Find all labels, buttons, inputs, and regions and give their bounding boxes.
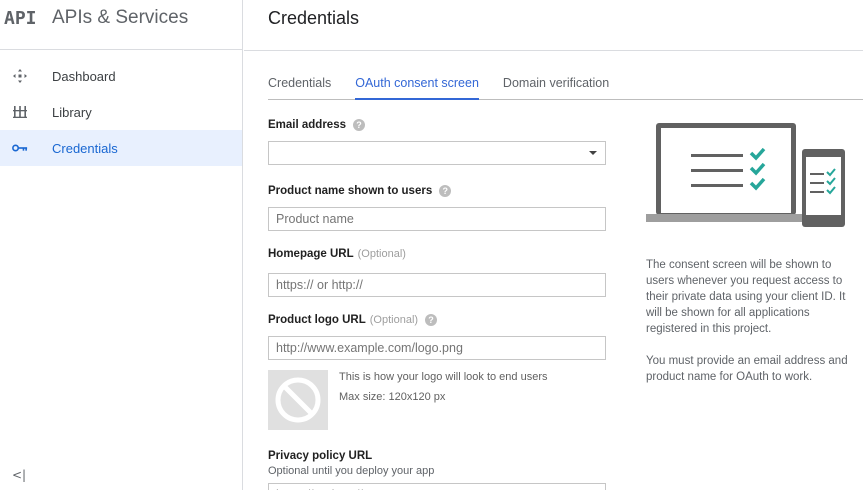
privacy-policy-input[interactable] (268, 483, 606, 490)
sidebar-item-library[interactable]: Library (0, 94, 242, 130)
email-label: Email address ? (268, 119, 608, 131)
info-text-2: You must provide an email address and pr… (646, 355, 848, 383)
collapse-sidebar-icon[interactable]: <| (12, 468, 26, 482)
page-header: Credentials (244, 0, 863, 51)
logo-preview-text: This is how your logo will look to end u… (339, 367, 547, 430)
dropdown-arrow-icon (589, 151, 597, 155)
library-icon (12, 104, 28, 120)
help-icon[interactable]: ? (425, 314, 438, 326)
product-name-label-text: Product name shown to users (268, 185, 433, 197)
privacy-label: Privacy policy URL (268, 450, 608, 462)
logo-url-label-text: Product logo URL (268, 314, 366, 326)
privacy-label-text: Privacy policy URL (268, 450, 373, 462)
logo-url-label: Product logo URL (Optional) ? (268, 314, 608, 326)
consent-form: Email address ? Product name shown to us… (268, 119, 608, 490)
logo-preview-line2: Max size: 120x120 px (339, 391, 446, 403)
sidebar-item-label: Library (52, 104, 92, 120)
sidebar-item-credentials[interactable]: Credentials (0, 130, 242, 166)
sidebar-title[interactable]: APIs & Services (52, 7, 188, 29)
help-icon[interactable]: ? (439, 185, 452, 197)
api-logo[interactable]: API (4, 8, 37, 29)
tab-bar: Credentials OAuth consent screen Domain … (268, 66, 863, 100)
page-title: Credentials (268, 8, 360, 28)
consent-illustration (646, 122, 846, 227)
logo-preview: This is how your logo will look to end u… (268, 370, 608, 430)
no-logo-icon (268, 370, 328, 430)
sidebar-header: API APIs & Services (0, 0, 242, 50)
sidebar-item-label: Credentials (52, 140, 118, 156)
homepage-input[interactable] (268, 273, 606, 297)
tab-oauth-consent-screen[interactable]: OAuth consent screen (355, 66, 479, 100)
privacy-sub-label: Optional until you deploy your app (268, 465, 435, 477)
optional-tag: (Optional) (369, 314, 419, 326)
sidebar: API APIs & Services Dashboard Library Cr… (0, 0, 243, 490)
sidebar-item-dashboard[interactable]: Dashboard (0, 58, 242, 94)
key-icon (12, 140, 28, 156)
main-content: Credentials Credentials OAuth consent sc… (244, 0, 863, 490)
tab-domain-verification[interactable]: Domain verification (503, 66, 609, 100)
product-name-input[interactable] (268, 207, 606, 231)
email-label-text: Email address (268, 119, 346, 131)
help-icon[interactable]: ? (352, 119, 365, 131)
sidebar-nav: Dashboard Library Credentials (0, 50, 242, 166)
email-select[interactable] (268, 141, 606, 165)
info-panel: The consent screen will be shown to user… (646, 122, 856, 385)
homepage-label-text: Homepage URL (268, 248, 354, 260)
logo-preview-line1: This is how your logo will look to end u… (339, 371, 548, 383)
sidebar-item-label: Dashboard (52, 68, 116, 84)
logo-url-input[interactable] (268, 336, 606, 360)
dashboard-icon (12, 68, 28, 84)
product-name-label: Product name shown to users ? (268, 185, 608, 197)
homepage-label: Homepage URL (Optional) (268, 248, 608, 260)
info-text-1: The consent screen will be shown to user… (646, 259, 846, 335)
optional-tag: (Optional) (357, 248, 406, 260)
tab-credentials[interactable]: Credentials (268, 66, 331, 100)
